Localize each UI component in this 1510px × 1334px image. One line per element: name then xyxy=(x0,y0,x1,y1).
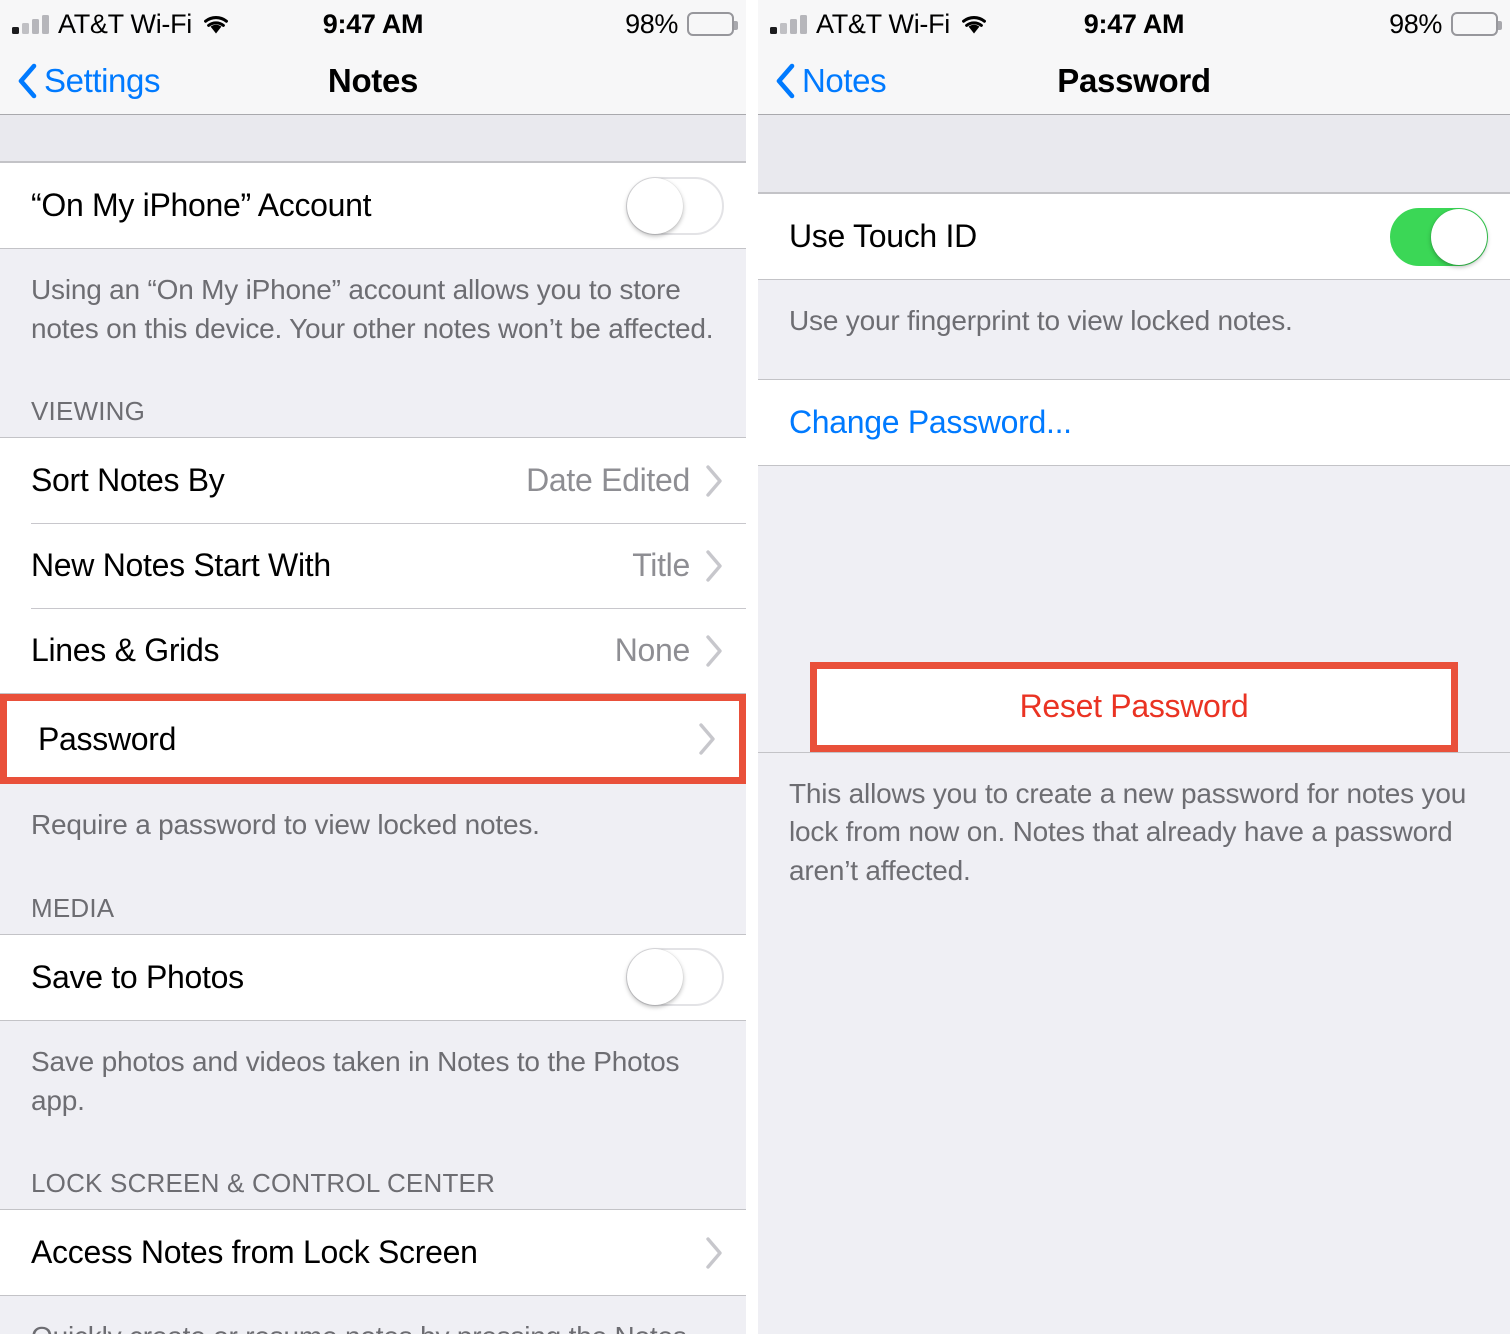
list-top-spacer xyxy=(758,115,1510,193)
row-value: Title xyxy=(632,547,690,584)
toggle-knob xyxy=(627,949,683,1006)
use-touch-id-toggle[interactable] xyxy=(1390,207,1488,266)
section-header-viewing: VIEWING xyxy=(0,356,746,438)
row-label: Lines & Grids xyxy=(31,632,220,669)
account-group: “On My iPhone” Account xyxy=(0,162,746,249)
reset-password-highlight-annotation: Reset Password xyxy=(810,661,1458,752)
toggle-knob xyxy=(627,177,683,234)
battery-percent-label: 98% xyxy=(625,8,678,39)
battery-full-icon xyxy=(687,12,738,36)
chevron-right-icon xyxy=(704,464,724,498)
password-row-highlight-annotation: Password xyxy=(0,694,746,785)
bottom-empty-region xyxy=(758,898,1510,1319)
row-reset-password[interactable]: Reset Password xyxy=(817,668,1451,745)
save-to-photos-footer: Save photos and videos taken in Notes to… xyxy=(0,1020,746,1129)
row-save-to-photos[interactable]: Save to Photos xyxy=(0,934,746,1020)
row-label: “On My iPhone” Account xyxy=(31,187,372,223)
row-lines-and-grids[interactable]: Lines & Grids None xyxy=(0,608,746,694)
row-label: Password xyxy=(38,720,177,757)
change-password-group: Change Password... xyxy=(758,378,1510,466)
row-use-touch-id[interactable]: Use Touch ID xyxy=(758,194,1510,279)
row-label: Access Notes from Lock Screen xyxy=(31,1234,478,1271)
row-label: Save to Photos xyxy=(31,958,244,995)
chevron-right-icon xyxy=(697,722,717,756)
on-my-iphone-toggle[interactable] xyxy=(626,176,724,235)
page-title: Notes xyxy=(327,62,419,99)
left-status-bar: AT&T Wi-Fi 9:47 AM 98% xyxy=(0,0,746,48)
row-sort-notes-by[interactable]: Sort Notes By Date Edited xyxy=(0,438,746,524)
battery-full-icon xyxy=(1451,12,1502,36)
chevron-right-icon xyxy=(704,1236,724,1270)
chevron-right-icon xyxy=(704,549,724,583)
right-phone-screen: AT&T Wi-Fi 9:47 AM 98% Notes Password Us… xyxy=(758,0,1510,1334)
on-my-iphone-footer: Using an “On My iPhone” account allows y… xyxy=(0,249,746,357)
row-label: Use Touch ID xyxy=(789,218,977,254)
row-access-notes-from-lock-screen[interactable]: Access Notes from Lock Screen xyxy=(0,1210,746,1296)
save-to-photos-toggle[interactable] xyxy=(626,948,724,1007)
left-nav-bar: Settings Notes xyxy=(0,48,746,115)
row-on-my-iphone-account[interactable]: “On My iPhone” Account xyxy=(0,163,746,248)
access-notes-footer: Quickly create or resume notes by pressi… xyxy=(0,1296,746,1334)
right-settings-list: Use Touch ID Use your fingerprint to vie… xyxy=(758,115,1510,1334)
row-label: Sort Notes By xyxy=(31,462,225,499)
screenshot-divider xyxy=(746,0,758,1334)
section-header-media: MEDIA xyxy=(0,852,746,934)
use-touch-id-footer: Use your fingerprint to view locked note… xyxy=(758,280,1510,349)
list-top-spacer xyxy=(0,115,746,162)
right-status-bar: AT&T Wi-Fi 9:47 AM 98% xyxy=(758,0,1510,48)
battery-percent-label: 98% xyxy=(1389,8,1442,39)
password-footer: Require a password to view locked notes. xyxy=(0,784,746,853)
lock-screen-group: Access Notes from Lock Screen xyxy=(0,1209,746,1297)
viewing-group: Sort Notes By Date Edited New Notes Star… xyxy=(0,437,746,695)
touch-id-group: Use Touch ID xyxy=(758,193,1510,280)
row-new-notes-start-with[interactable]: New Notes Start With Title xyxy=(0,523,746,609)
change-password-label: Change Password... xyxy=(789,403,1072,440)
reset-password-label: Reset Password xyxy=(1019,688,1249,725)
left-settings-list: “On My iPhone” Account Using an “On My i… xyxy=(0,115,746,1334)
dual-screenshot-container: AT&T Wi-Fi 9:47 AM 98% Settings Notes “O… xyxy=(0,0,1510,1334)
media-group: Save to Photos xyxy=(0,933,746,1021)
empty-gray-region xyxy=(758,465,1510,662)
toggle-knob xyxy=(1431,208,1487,265)
left-status-bar-right: 98% xyxy=(625,8,738,40)
right-status-bar-right: 98% xyxy=(1389,8,1502,40)
row-label: New Notes Start With xyxy=(31,547,331,584)
page-title: Password xyxy=(1057,62,1211,99)
row-change-password[interactable]: Change Password... xyxy=(758,379,1510,465)
reset-password-footer: This allows you to create a new password… xyxy=(758,751,1510,899)
left-phone-screen: AT&T Wi-Fi 9:47 AM 98% Settings Notes “O… xyxy=(0,0,746,1334)
chevron-right-icon xyxy=(704,634,724,668)
section-header-lock-screen: LOCK SCREEN & CONTROL CENTER xyxy=(0,1128,746,1210)
row-value: None xyxy=(614,632,691,669)
row-value: Date Edited xyxy=(526,462,690,499)
row-password[interactable]: Password xyxy=(7,701,739,778)
right-nav-bar: Notes Password xyxy=(758,48,1510,115)
